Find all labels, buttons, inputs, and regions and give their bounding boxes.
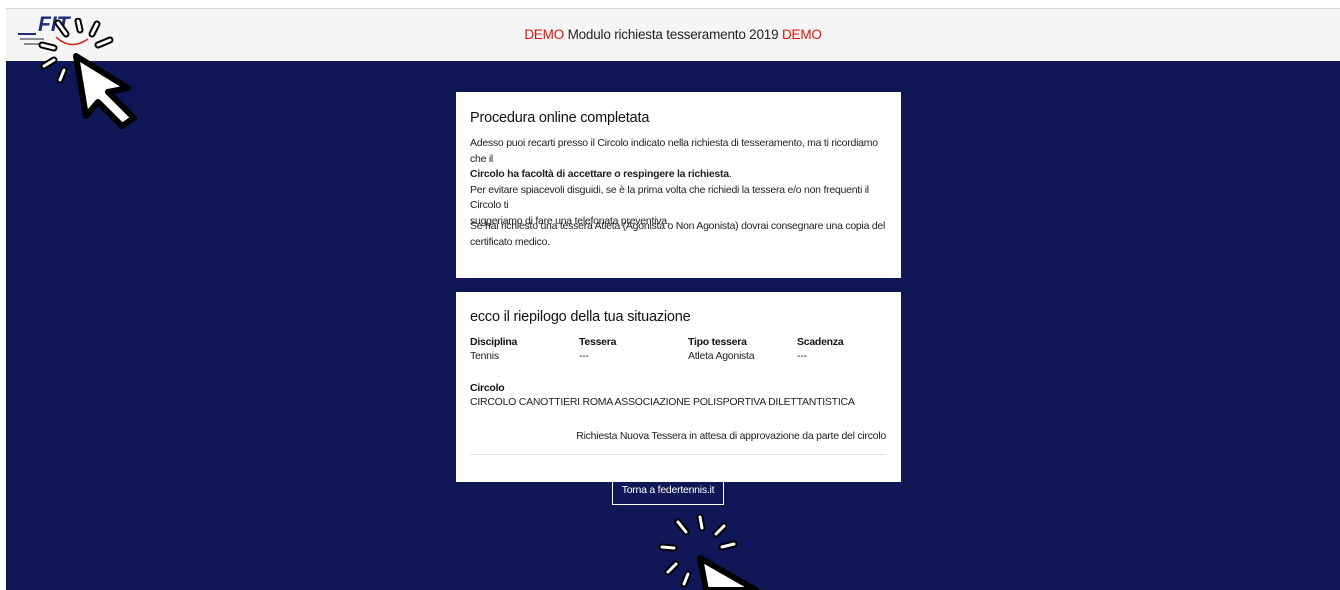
- para1-text: Adesso puoi recarti presso il Circolo in…: [470, 137, 878, 165]
- top-strip: [0, 0, 1340, 8]
- divider: [470, 454, 886, 455]
- back-to-federtennis-button[interactable]: Torna a federtennis.it: [612, 475, 724, 505]
- column-header: Disciplina: [470, 336, 518, 348]
- column-value: ---: [579, 350, 589, 362]
- column-tessera: Tessera ---: [579, 335, 616, 363]
- main-area: Procedura online completata Adesso puoi …: [6, 61, 1340, 590]
- title-text: Modulo richiesta tesseramento 2019: [564, 27, 782, 42]
- circolo-block: Circolo CIRCOLO CANOTTIERI ROMA ASSOCIAZ…: [470, 381, 855, 409]
- completion-paragraph-1: Adesso puoi recarti presso il Circolo in…: [470, 136, 890, 229]
- completion-card: Procedura online completata Adesso puoi …: [456, 92, 901, 278]
- column-value: Tennis: [470, 350, 499, 362]
- circolo-value: CIRCOLO CANOTTIERI ROMA ASSOCIAZIONE POL…: [470, 396, 855, 408]
- summary-title: ecco il riepilogo della tua situazione: [470, 309, 691, 325]
- para3-line2: certificato medico.: [470, 235, 550, 248]
- circolo-label: Circolo: [470, 382, 505, 394]
- para2-line1: Per evitare spiacevoli disguidi, se è la…: [470, 183, 869, 212]
- para3-line1: Se hai richiesto una tessera Atleta (Ago…: [470, 220, 886, 232]
- column-header: Tessera: [579, 336, 617, 348]
- column-tipo-tessera: Tipo tessera Atleta Agonista: [688, 335, 755, 363]
- para1-end: .: [728, 168, 732, 180]
- summary-card: ecco il riepilogo della tua situazione D…: [456, 292, 901, 482]
- status-message: Richiesta Nuova Tessera in attesa di app…: [576, 430, 886, 442]
- column-value: ---: [797, 350, 807, 362]
- page-title: DEMO Modulo richiesta tesseramento 2019 …: [6, 27, 1340, 42]
- page-header: FIT DEMO Modulo richiesta tesseramento 2…: [6, 8, 1340, 62]
- para1-bold: Circolo ha facoltà di accettare o respin…: [470, 168, 729, 180]
- demo-label-left: DEMO: [524, 27, 565, 42]
- demo-label-right: DEMO: [781, 27, 822, 42]
- completion-title: Procedura online completata: [470, 110, 650, 126]
- column-value: Atleta Agonista: [688, 350, 755, 362]
- column-scadenza: Scadenza ---: [797, 335, 844, 363]
- column-disciplina: Disciplina Tennis: [470, 335, 517, 363]
- column-header: Tipo tessera: [688, 336, 747, 348]
- column-header: Scadenza: [797, 336, 844, 348]
- completion-paragraph-3: Se hai richiesto una tessera Atleta (Ago…: [470, 219, 890, 250]
